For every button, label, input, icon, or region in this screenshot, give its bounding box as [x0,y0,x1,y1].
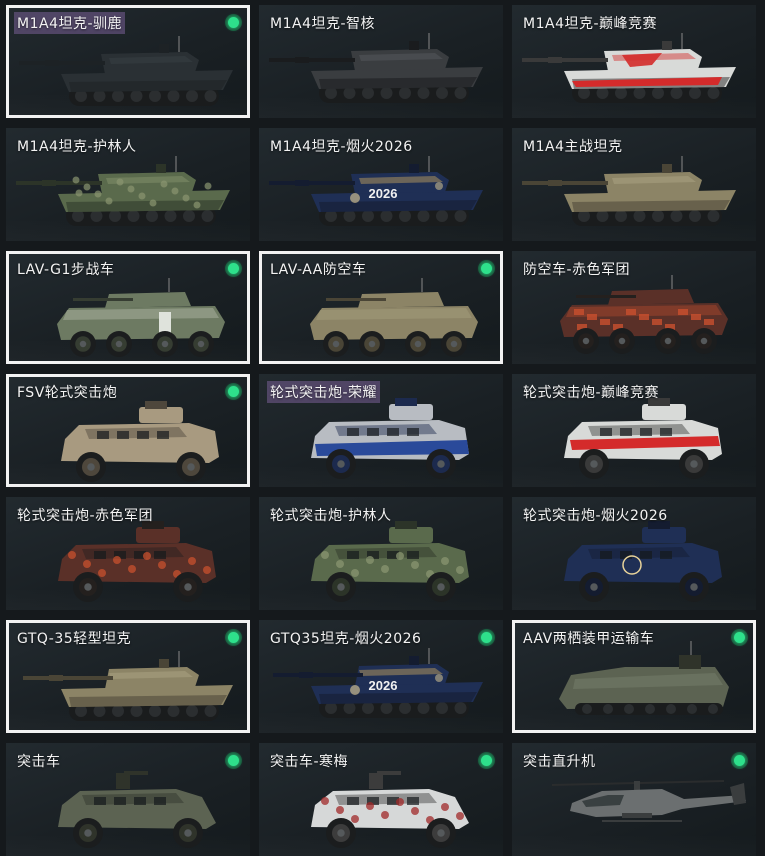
vehicle-name: M1A4坦克-巅峰竞赛 [523,16,658,32]
vehicle-card[interactable]: 防空车-赤色军团 [512,251,756,364]
vehicle-card[interactable]: 轮式突击炮-护林人 [259,497,503,610]
vehicle-card[interactable]: M1A4坦克-护林人 [6,128,250,241]
vehicle-name: AAV两栖装甲运输车 [523,631,655,647]
vehicle-card[interactable]: 突击车-寒梅 [259,743,503,856]
vehicle-name: M1A4坦克-烟火2026 [270,139,413,155]
vehicle-name: 突击直升机 [523,754,596,770]
vehicle-card[interactable]: M1A4主战坦克 [512,128,756,241]
vehicle-name: 轮式突击炮-荣耀 [267,381,381,403]
vehicle-name: M1A4坦克-智核 [270,16,376,32]
vehicle-card[interactable]: FSV轮式突击炮 [6,374,250,487]
vehicle-card[interactable]: 轮式突击炮-烟火2026 [512,497,756,610]
owned-indicator-icon [225,383,242,400]
vehicle-card[interactable]: 突击车 [6,743,250,856]
vehicle-name: GTQ-35轻型坦克 [17,631,132,647]
vehicle-name: M1A4坦克-驯鹿 [14,12,126,34]
owned-indicator-icon [478,260,495,277]
vehicle-card[interactable]: 轮式突击炮-荣耀 [259,374,503,487]
vehicle-name: 轮式突击炮-护林人 [270,508,392,524]
vehicle-name: GTQ35坦克-烟火2026 [270,631,422,647]
vehicle-name: 轮式突击炮-烟火2026 [523,508,668,524]
vehicle-card[interactable]: LAV-G1步战车 [6,251,250,364]
vehicle-card[interactable]: 2026 GTQ35坦克-烟火2026 [259,620,503,733]
vehicle-card[interactable]: 2026 M1A4坦克-烟火2026 [259,128,503,241]
owned-indicator-icon [225,629,242,646]
vehicle-name: M1A4主战坦克 [523,139,623,155]
decal-number: 2026 [369,186,398,201]
owned-indicator-icon [731,752,748,769]
vehicle-name: FSV轮式突击炮 [17,385,118,401]
vehicle-card[interactable]: 突击直升机 [512,743,756,856]
vehicle-name: M1A4坦克-护林人 [17,139,137,155]
vehicle-card[interactable]: GTQ-35轻型坦克 [6,620,250,733]
owned-indicator-icon [478,752,495,769]
owned-indicator-icon [225,260,242,277]
vehicle-name: LAV-G1步战车 [17,262,115,278]
vehicle-card[interactable]: 轮式突击炮-赤色军团 [6,497,250,610]
vehicle-name: 轮式突击炮-巅峰竞赛 [523,385,660,401]
owned-indicator-icon [225,14,242,31]
vehicle-card[interactable]: LAV-AA防空车 [259,251,503,364]
vehicle-card[interactable]: M1A4坦克-巅峰竞赛 [512,5,756,118]
owned-indicator-icon [731,629,748,646]
owned-indicator-icon [478,629,495,646]
vehicle-name: 突击车-寒梅 [270,754,349,770]
vehicle-name: LAV-AA防空车 [270,262,367,278]
vehicle-name: 轮式突击炮-赤色军团 [17,508,154,524]
owned-indicator-icon [225,752,242,769]
vehicle-name: 防空车-赤色军团 [523,262,631,278]
decal-number: 2026 [369,678,398,693]
vehicle-card[interactable]: 轮式突击炮-巅峰竞赛 [512,374,756,487]
vehicle-grid: M1A4坦克-驯鹿 M1A4坦克-智核 M1A4坦克-巅峰竞赛 M1A4坦克-护林人 2… [0,0,765,856]
vehicle-card[interactable]: M1A4坦克-智核 [259,5,503,118]
vehicle-card[interactable]: AAV两栖装甲运输车 [512,620,756,733]
vehicle-card[interactable]: M1A4坦克-驯鹿 [6,5,250,118]
vehicle-name: 突击车 [17,754,61,770]
